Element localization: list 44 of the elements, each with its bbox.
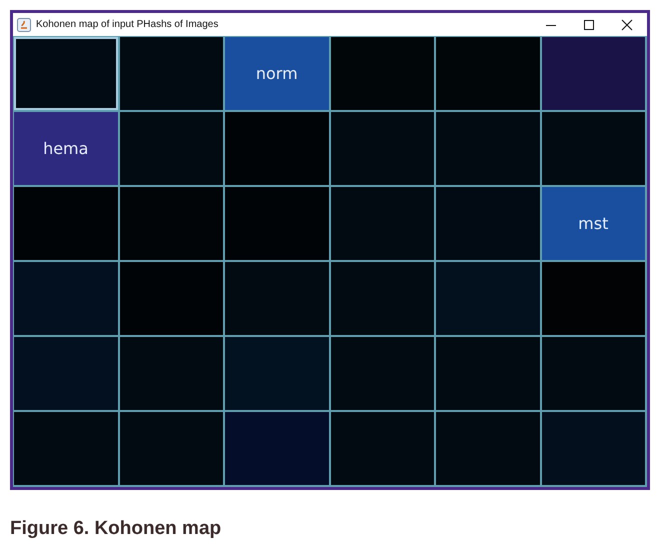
map-cell[interactable]	[436, 187, 540, 260]
map-cell[interactable]	[330, 187, 434, 260]
map-cell[interactable]	[120, 337, 223, 410]
cell-label: norm	[256, 64, 298, 83]
map-cell[interactable]	[542, 262, 645, 335]
cell-label: hema	[43, 139, 88, 158]
map-cell[interactable]	[225, 187, 328, 260]
map-cell[interactable]	[14, 37, 118, 110]
map-cell[interactable]	[225, 412, 328, 485]
cell-label: mst	[578, 214, 608, 233]
map-cell[interactable]	[14, 187, 118, 260]
maximize-icon[interactable]	[583, 18, 595, 30]
map-cell[interactable]	[120, 412, 223, 485]
map-cell[interactable]	[14, 337, 118, 410]
map-cell[interactable]	[542, 337, 645, 410]
map-cell[interactable]	[225, 262, 328, 335]
map-cell[interactable]	[225, 112, 328, 185]
map-cell[interactable]	[120, 187, 223, 260]
map-cell[interactable]	[330, 37, 434, 110]
map-cell[interactable]: hema	[14, 112, 118, 185]
map-cell[interactable]	[14, 412, 118, 485]
map-cell[interactable]	[436, 37, 540, 110]
map-cell[interactable]	[436, 412, 540, 485]
window-title: Kohonen map of input PHashs of Images	[36, 19, 218, 30]
map-cell[interactable]	[120, 112, 223, 185]
map-cell[interactable]	[225, 337, 328, 410]
map-cell[interactable]	[542, 37, 645, 110]
map-cell[interactable]	[436, 262, 540, 335]
figure-caption: Figure 6. Kohonen map	[10, 518, 222, 540]
map-cell[interactable]	[330, 112, 434, 185]
app-icon	[17, 18, 31, 32]
map-cell[interactable]	[120, 262, 223, 335]
map-cell[interactable]: norm	[225, 37, 328, 110]
map-cell[interactable]	[120, 37, 223, 110]
map-cell[interactable]	[542, 412, 645, 485]
map-cell[interactable]	[330, 337, 434, 410]
map-cell[interactable]	[14, 262, 118, 335]
map-cell[interactable]	[330, 262, 434, 335]
map-cell[interactable]	[330, 412, 434, 485]
map-cell[interactable]	[436, 112, 540, 185]
map-cell[interactable]	[542, 112, 645, 185]
map-cell[interactable]: mst	[542, 187, 645, 260]
close-icon[interactable]	[621, 18, 633, 30]
map-cell[interactable]	[436, 337, 540, 410]
